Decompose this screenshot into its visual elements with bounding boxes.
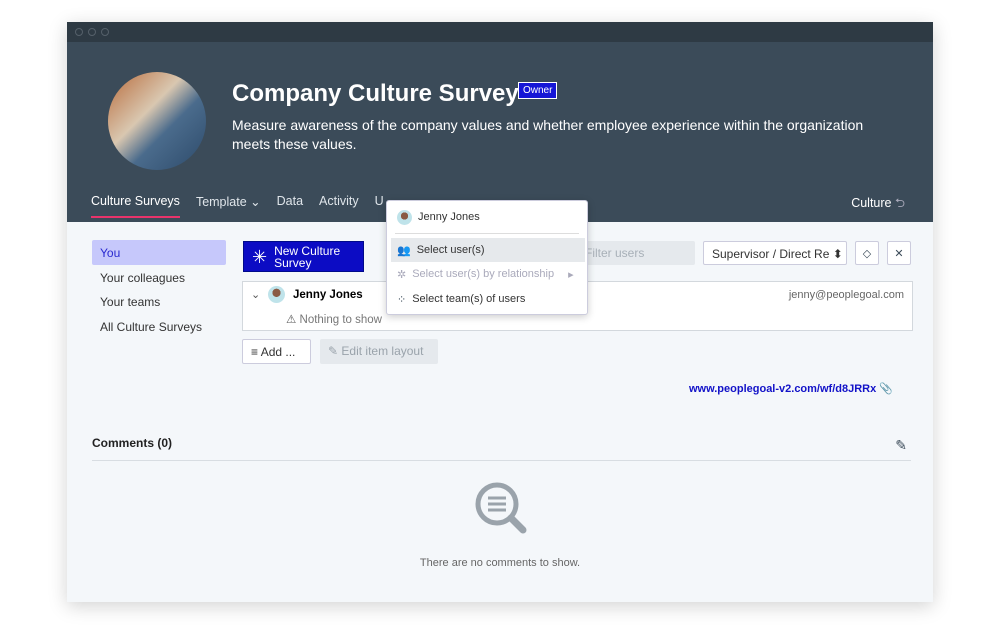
select-users-menu: Jenny Jones 👥 Select user(s) ✲ Select user… — [386, 200, 588, 315]
tab-data[interactable]: Data — [277, 194, 303, 218]
expand-button[interactable]: ◇ — [855, 241, 879, 265]
filter-users-input[interactable]: Filter users — [577, 241, 695, 265]
collapse-button[interactable]: ✕ — [887, 241, 911, 265]
empty-text: Nothing to show — [299, 314, 382, 326]
expand-icon: ◇ — [862, 247, 872, 260]
caret-right-icon: ▸ — [568, 268, 574, 281]
menu-user: Jenny Jones — [391, 205, 585, 229]
link-text: www.peoplegoal-v2.com/wf/d8JRRx — [688, 383, 877, 395]
avatar — [397, 209, 412, 225]
collapse-icon: ✕ — [894, 247, 904, 260]
chevron-down-icon: ⌄ — [250, 195, 261, 209]
relationship-select[interactable]: Supervisor / Direct Re ⬍ — [703, 241, 847, 265]
sidebar: You Your colleagues Your teams All Cultu… — [92, 240, 226, 338]
maximize-dot[interactable] — [101, 28, 109, 36]
back-link[interactable]: Culture ⮌ — [851, 194, 905, 215]
close-dot[interactable] — [75, 28, 83, 36]
tab-culture-surveys[interactable]: Culture Surveys — [91, 194, 180, 218]
user-name: Jenny Jones — [293, 289, 363, 301]
menu-item-select-by-relationship[interactable]: ✲ Select user(s) by relationship ▸ — [391, 262, 585, 286]
user-email: jenny@peoplegoal.com — [788, 289, 904, 301]
asterisk-icon: ✳ — [252, 246, 268, 267]
sidebar-item-colleagues[interactable]: Your colleagues — [92, 265, 226, 290]
owner-badge: Owner — [518, 82, 558, 99]
minimize-dot[interactable] — [88, 28, 96, 36]
users-icon: 👥 — [397, 244, 411, 257]
sort-icon: ⬍ — [832, 247, 843, 261]
sidebar-item-teams[interactable]: Your teams — [92, 289, 226, 314]
menu-label: Select team(s) of users — [412, 293, 526, 305]
paperclip-icon: 📎 — [879, 383, 893, 395]
pencil-icon: ✎ — [328, 344, 339, 358]
divider — [92, 460, 911, 461]
sidebar-item-you[interactable]: You — [92, 240, 226, 265]
title-bar — [67, 22, 933, 42]
tab-template[interactable]: Template ⌄ — [196, 194, 261, 218]
back-label: Culture — [851, 196, 892, 210]
relationship-icon: ✲ — [397, 268, 407, 281]
select-value: Supervisor / Direct Re — [712, 247, 830, 261]
new-culture-survey-button[interactable]: ✳ New Culture Survey — [243, 241, 364, 272]
add-label: Add ... — [260, 345, 296, 359]
compose-icon[interactable]: ✎ — [895, 437, 907, 454]
menu-divider — [395, 233, 579, 234]
add-button[interactable]: ≡ Add ... — [242, 339, 311, 364]
team-icon: ⁘ — [397, 293, 407, 306]
add-list-icon: ≡ — [251, 345, 259, 359]
button-label: New Culture Survey — [274, 243, 341, 270]
tab-label: Template — [195, 195, 247, 209]
page-description: Measure awareness of the company values … — [232, 117, 864, 152]
tab-bar: Culture Surveys Template ⌄ Data Activity… — [91, 194, 384, 218]
edit-item-layout-button[interactable]: ✎ Edit item layout — [320, 339, 438, 364]
menu-label: Select user(s) by relationship — [412, 268, 555, 280]
warning-icon: ⚠ — [286, 314, 297, 326]
search-comment-icon — [475, 482, 527, 534]
menu-label: Select user(s) — [416, 244, 485, 256]
comments-title: Comments (0) — [92, 436, 173, 450]
no-comments-text: There are no comments to show. — [419, 557, 581, 569]
chevron-down-icon[interactable]: ⌄ — [251, 288, 260, 301]
tab-activity[interactable]: Activity — [319, 194, 359, 218]
undo-icon: ⮌ — [894, 196, 905, 210]
survey-image — [108, 72, 206, 170]
page-title: Company Culture Survey — [232, 80, 519, 107]
menu-item-select-users[interactable]: 👥 Select user(s) — [391, 238, 585, 262]
tab-users[interactable]: U — [375, 194, 384, 218]
share-link[interactable]: www.peoplegoal-v2.com/wf/d8JRRx 📎 — [689, 382, 893, 395]
edit-label: Edit item layout — [341, 344, 424, 358]
menu-item-select-teams[interactable]: ⁘ Select team(s) of users — [391, 287, 585, 311]
avatar — [268, 286, 285, 303]
empty-message: ⚠ Nothing to show — [286, 312, 382, 326]
sidebar-item-all[interactable]: All Culture Surveys — [92, 314, 226, 339]
header: Company Culture Survey Owner Measure awa… — [67, 42, 933, 222]
menu-user-name: Jenny Jones — [418, 211, 480, 223]
